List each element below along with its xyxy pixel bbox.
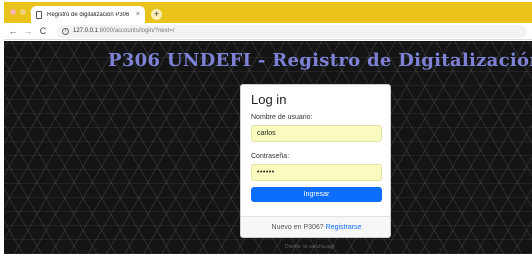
new-tab-button[interactable]: + bbox=[151, 9, 162, 20]
tab-title: Registro de digitalización P306 bbox=[47, 11, 130, 18]
reload-icon[interactable]: C bbox=[37, 26, 49, 36]
minimize-window-icon[interactable] bbox=[20, 9, 26, 15]
password-input[interactable]: •••••• bbox=[251, 164, 382, 181]
register-link[interactable]: Registrarse bbox=[326, 224, 362, 231]
site-info-icon[interactable]: i bbox=[62, 27, 69, 35]
footer-note: Diseño: la cancha.app bbox=[285, 244, 335, 250]
new-user-text: Nuevo en P306? bbox=[271, 224, 324, 231]
password-label: Contraseña: bbox=[251, 153, 290, 160]
url-host: 127.0.0.1 bbox=[73, 28, 99, 34]
browser-tab[interactable]: Registro de digitalización P306 × bbox=[31, 6, 145, 23]
login-card-footer: Nuevo en P306? Registrarse bbox=[241, 216, 390, 237]
forward-icon[interactable]: → bbox=[22, 26, 34, 36]
browser-toolbar: ← → C i 127.0.0.1:8000/accounts/login/?n… bbox=[4, 23, 532, 40]
address-bar[interactable]: i 127.0.0.1:8000/accounts/login/?next=/ bbox=[57, 24, 527, 38]
url-text[interactable]: 127.0.0.1:8000/accounts/login/?next=/ bbox=[73, 28, 175, 34]
username-label: Nombre de usuario: bbox=[251, 114, 313, 121]
page-title: P306 UNDEFI - Registro de Digitalización bbox=[108, 50, 532, 71]
url-path: :8000/accounts/login/?next=/ bbox=[98, 28, 175, 34]
back-icon[interactable]: ← bbox=[7, 26, 19, 36]
login-heading: Log in bbox=[251, 92, 287, 107]
close-window-icon[interactable] bbox=[10, 9, 16, 15]
browser-tab-bar: Registro de digitalización P306 × + bbox=[4, 2, 532, 23]
login-submit-button[interactable]: Ingresar bbox=[251, 187, 382, 202]
tab-close-icon[interactable]: × bbox=[136, 11, 140, 18]
page-icon bbox=[36, 10, 42, 19]
login-card: Log in Nombre de usuario: carlos Contras… bbox=[240, 84, 391, 238]
username-input[interactable]: carlos bbox=[251, 125, 382, 142]
